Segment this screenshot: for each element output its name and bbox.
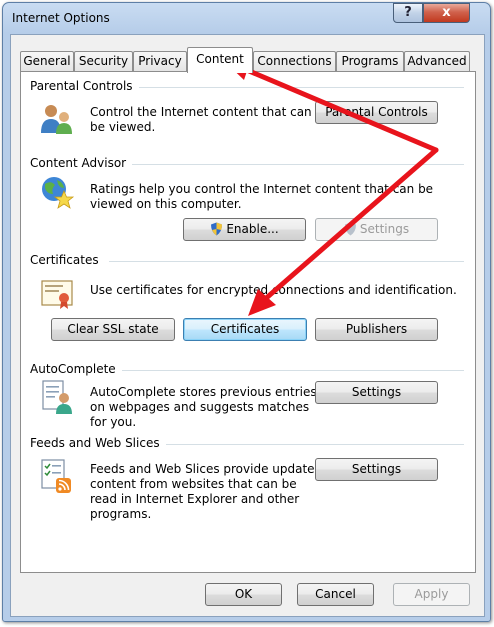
autocomplete-settings-button[interactable]: Settings: [315, 381, 438, 404]
apply-button[interactable]: Apply: [393, 583, 470, 606]
autocomplete-heading: AutoComplete: [30, 362, 122, 376]
feeds-desc-2: content from websites that can be: [90, 477, 297, 491]
certificates-desc: Use certificates for encrypted connectio…: [90, 283, 457, 297]
feeds-desc-4: programs.: [90, 507, 152, 521]
tab-general[interactable]: General: [20, 51, 74, 72]
certificates-heading: Certificates: [30, 253, 105, 267]
tab-connections[interactable]: Connections: [253, 51, 336, 72]
publishers-button[interactable]: Publishers: [315, 318, 438, 341]
section-divider: [154, 444, 464, 445]
feeds-icon: [41, 459, 71, 493]
autocomplete-desc-3: for you.: [90, 415, 137, 429]
help-button[interactable]: ?: [393, 3, 423, 23]
section-divider: [136, 87, 464, 88]
content-advisor-heading: Content Advisor: [30, 156, 133, 170]
certificates-button[interactable]: Certificates: [183, 318, 307, 341]
dialog-client-area: General Security Privacy Content Connect…: [10, 34, 485, 617]
close-button[interactable]: x: [423, 3, 470, 23]
enable-button[interactable]: Enable...: [183, 218, 306, 241]
parental-controls-desc-1: Control the Internet content that can: [90, 105, 312, 119]
tab-security[interactable]: Security: [74, 51, 133, 72]
content-advisor-settings-label: Settings: [359, 222, 410, 236]
content-advisor-globe-icon: [42, 177, 75, 209]
autocomplete-desc-2: on webpages and suggests matches: [90, 400, 310, 414]
feeds-desc-1: Feeds and Web Slices provide updated: [90, 462, 323, 476]
content-advisor-desc-2: viewed on this computer.: [90, 197, 242, 211]
content-advisor-desc-1: Ratings help you control the Internet co…: [90, 182, 434, 196]
certificate-icon: [41, 280, 73, 309]
window-title: Internet Options: [12, 11, 110, 25]
enable-button-label: Enable...: [226, 222, 279, 236]
parental-controls-button[interactable]: Parental Controls: [315, 101, 438, 124]
section-divider: [116, 370, 464, 371]
ok-button[interactable]: OK: [205, 583, 282, 606]
tab-advanced[interactable]: Advanced: [404, 51, 470, 72]
uac-shield-icon: [211, 222, 223, 236]
internet-options-window: Internet Options ? x General Security Pr…: [2, 2, 491, 622]
feeds-desc-3: read in Internet Explorer and other: [90, 492, 300, 506]
parental-controls-desc-2: be viewed.: [90, 120, 156, 134]
uac-shield-icon: [344, 222, 356, 236]
section-divider: [109, 261, 464, 262]
content-tab-panel: Parental Controls Control the Internet c…: [20, 71, 476, 573]
feeds-heading: Feeds and Web Slices: [30, 436, 166, 450]
autocomplete-icon: [42, 380, 72, 414]
tab-content[interactable]: Content: [187, 47, 253, 73]
autocomplete-desc-1: AutoComplete stores previous entries: [90, 385, 317, 399]
tab-privacy[interactable]: Privacy: [133, 51, 187, 72]
cancel-button[interactable]: Cancel: [297, 583, 374, 606]
content-advisor-settings-button[interactable]: Settings: [315, 218, 438, 241]
feeds-settings-button[interactable]: Settings: [315, 458, 438, 481]
clear-ssl-state-button[interactable]: Clear SSL state: [51, 318, 175, 341]
parental-controls-heading: Parental Controls: [30, 79, 139, 93]
tab-programs[interactable]: Programs: [336, 51, 404, 72]
parental-controls-icon: [41, 105, 72, 134]
section-divider: [126, 164, 464, 165]
